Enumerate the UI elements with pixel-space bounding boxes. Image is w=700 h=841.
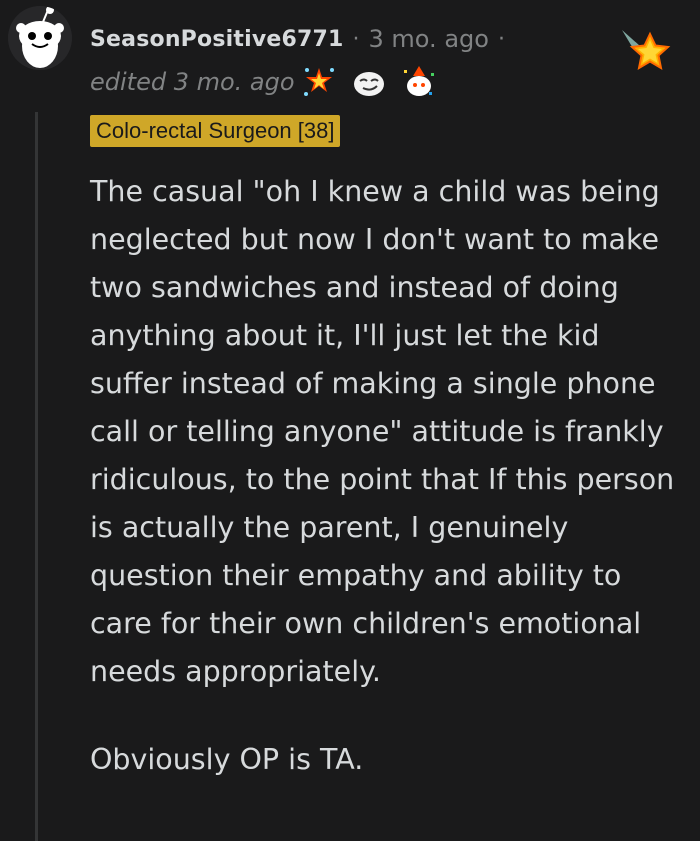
- comment-paragraph: Obviously OP is TA.: [90, 743, 364, 776]
- party-snoo-award-icon[interactable]: [401, 64, 437, 100]
- comment-timestamp[interactable]: 3 mo. ago: [369, 25, 489, 53]
- comment-body: The casual "oh I knew a child was being …: [90, 168, 680, 784]
- smirk-face-award-icon[interactable]: [351, 64, 387, 100]
- username-link[interactable]: SeasonPositive6771: [90, 27, 344, 52]
- comment-paragraph: The casual "oh I knew a child was being …: [90, 175, 675, 688]
- user-flair: Colo-rectal Surgeon [38]: [90, 115, 341, 147]
- rising-star-award-icon[interactable]: [620, 26, 672, 78]
- meta-separator: ·: [352, 26, 360, 52]
- edited-label: edited 3 mo. ago: [90, 68, 295, 96]
- thread-collapse-line[interactable]: [35, 112, 38, 841]
- edited-row: edited 3 mo. ago: [90, 62, 451, 102]
- user-avatar[interactable]: [8, 6, 72, 70]
- snoo-avatar-icon: [8, 6, 72, 70]
- meta-separator: ·: [497, 26, 505, 52]
- comment-header: SeasonPositive6771 · 3 mo. ago ·: [90, 22, 680, 56]
- starstruck-award-icon[interactable]: [301, 64, 337, 100]
